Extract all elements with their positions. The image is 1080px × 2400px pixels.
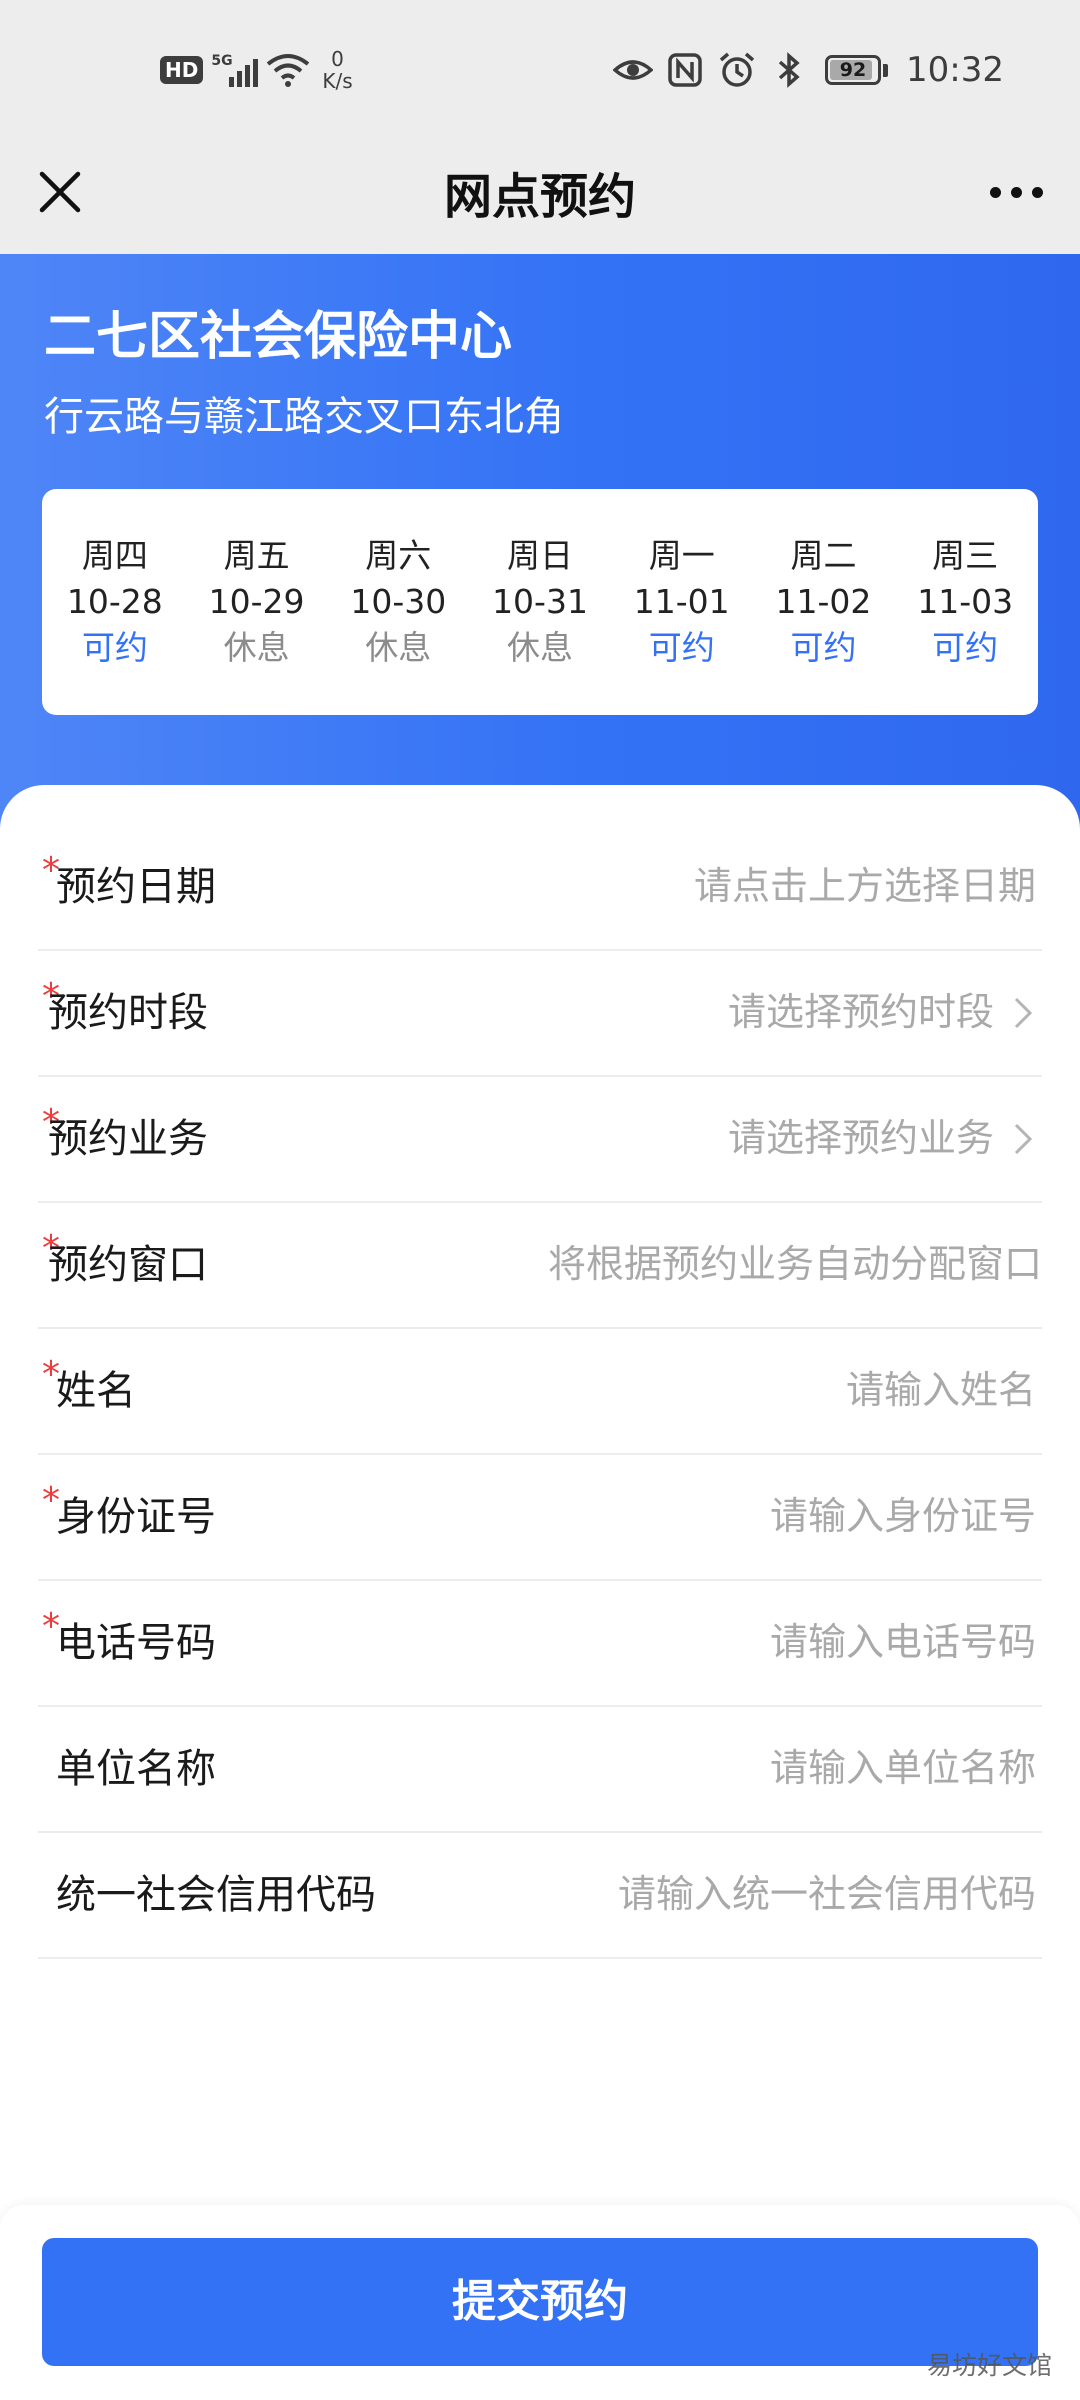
close-button[interactable] [28,160,92,224]
field-label-name: 姓名 [56,1368,136,1414]
day-date: 11-02 [775,582,872,621]
appointment-form: * 预约日期 * 预约时段 * 预约业务 * 预约窗口 * 姓名 * 身份证号 … [0,785,1080,2205]
date-option[interactable]: 周六 10-30 休息 [327,489,469,715]
center-address: 行云路与赣江路交叉口东北角 [44,394,564,440]
center-header: 二七区社会保险中心 行云路与赣江路交叉口东北角 周四 10-28 可约 周五 1… [0,254,1080,854]
page-title: 网点预约 [443,169,636,225]
day-date: 11-03 [917,582,1014,621]
submit-button[interactable]: 提交预约 [42,2238,1038,2366]
field-label-window: 预约窗口 [48,1242,208,1288]
day-date: 10-28 [66,582,163,621]
date-option[interactable]: 周二 11-02 可约 [753,489,895,715]
clock: 10:32 [906,50,1004,90]
day-weekday: 周六 [365,536,432,575]
date-option[interactable]: 周四 10-28 可约 [44,489,186,715]
more-icon [1031,186,1043,198]
center-name: 二七区社会保险中心 [44,307,513,367]
id-number-field[interactable] [476,1483,1036,1549]
date-option[interactable]: 周一 11-01 可约 [611,489,753,715]
day-status: 休息 [507,628,574,667]
day-status: 休息 [365,628,432,667]
field-label-credit-code: 统一社会信用代码 [56,1872,376,1918]
form-row-date: * 预约日期 [38,825,1042,951]
status-bar: HD 5G 0 K/s 92 10:32 [0,0,1080,140]
form-row-business: * 预约业务 [38,1077,1042,1203]
wifi-icon [267,54,310,87]
network-speed: 0 K/s [322,48,352,92]
form-row-window: * 预约窗口 [38,1203,1042,1329]
business-select[interactable] [434,1105,994,1171]
title-bar: 网点预约 [0,140,1080,254]
form-row-timeslot: * 预约时段 [38,951,1042,1077]
signal-icon: 5G [211,53,259,87]
form-row-phone: * 电话号码 [38,1581,1042,1707]
speed-unit: K/s [322,69,353,93]
date-selector: 周四 10-28 可约 周五 10-29 休息 周六 10-30 休息 周日 1… [42,489,1038,715]
day-date: 10-29 [208,582,305,621]
more-icon [989,186,1001,198]
date-option[interactable]: 周五 10-29 休息 [186,489,328,715]
day-weekday: 周四 [81,536,148,575]
close-icon [39,171,81,213]
alarm-icon [719,52,755,87]
form-row-id-number: * 身份证号 [38,1455,1042,1581]
field-label-date: 预约日期 [56,864,216,910]
bluetooth-icon [778,52,800,88]
eye-icon [613,60,654,80]
day-weekday: 周五 [223,536,290,575]
day-weekday: 周三 [932,536,999,575]
battery-level: 92 [839,59,867,81]
more-icon [1010,186,1022,198]
date-option[interactable]: 周日 10-31 休息 [469,489,611,715]
day-weekday: 周二 [790,536,857,575]
battery-icon: 92 [825,55,882,85]
speed-value: 0 [331,47,344,71]
status-bar-right: 92 10:32 [613,40,1004,100]
nfc-icon [668,53,702,87]
date-field[interactable] [476,853,1036,919]
watermark: 易坊好文馆 [926,2351,1052,2380]
day-date: 11-01 [633,582,730,621]
day-status: 休息 [223,628,290,667]
field-label-id-number: 身份证号 [56,1494,216,1540]
form-row-company: 单位名称 [38,1707,1042,1833]
day-status: 可约 [790,628,857,667]
more-button[interactable] [976,160,1056,224]
name-field[interactable] [476,1357,1036,1423]
status-bar-left: HD 5G 0 K/s [160,40,353,100]
chevron-right-icon [1014,1123,1033,1155]
field-label-company: 单位名称 [56,1746,216,1792]
chevron-right-icon [1014,997,1033,1029]
credit-code-field[interactable] [476,1861,1036,1927]
day-weekday: 周一 [648,536,715,575]
day-status: 可约 [932,628,999,667]
window-field [422,1231,1042,1297]
timeslot-select[interactable] [434,979,994,1045]
company-name-field[interactable] [476,1735,1036,1801]
day-date: 10-30 [350,582,447,621]
form-row-name: * 姓名 [38,1329,1042,1455]
day-weekday: 周日 [507,536,574,575]
field-label-business: 预约业务 [48,1116,208,1162]
form-row-credit-code: 统一社会信用代码 [38,1833,1042,1959]
field-label-timeslot: 预约时段 [48,990,208,1036]
field-label-phone: 电话号码 [56,1620,216,1666]
day-status: 可约 [648,628,715,667]
hd-badge: HD [160,56,204,84]
network-type: 5G [211,53,233,69]
day-status: 可约 [81,628,148,667]
bottom-bar: 提交预约 [0,2205,1080,2400]
battery-cap [883,63,889,77]
phone-field[interactable] [476,1609,1036,1675]
date-option[interactable]: 周三 11-03 可约 [894,489,1036,715]
day-date: 10-31 [492,582,588,621]
